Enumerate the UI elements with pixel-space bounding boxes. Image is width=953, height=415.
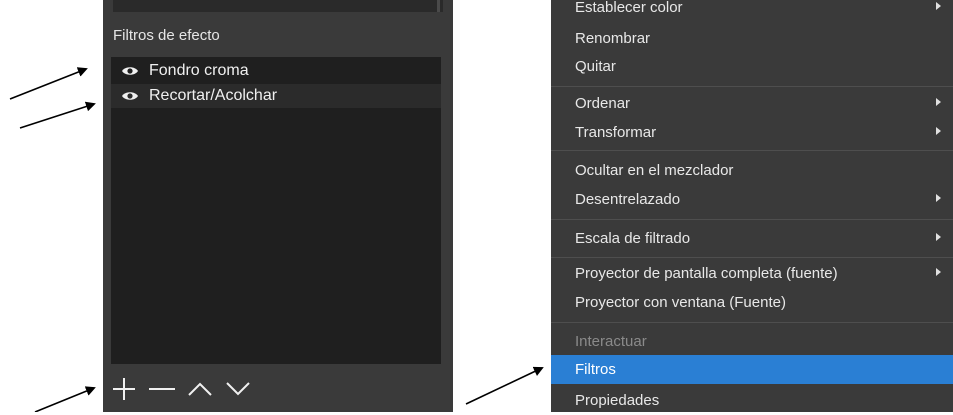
menu-item-establecer-color[interactable]: Establecer color <box>551 0 953 22</box>
eye-icon[interactable] <box>121 65 141 77</box>
remove-icon <box>149 388 175 390</box>
move-down-icon <box>226 382 250 396</box>
add-filter-button[interactable] <box>109 374 139 404</box>
menu-item-ordenar[interactable]: Ordenar <box>551 89 953 118</box>
menu-separator <box>551 322 953 323</box>
filter-item-fondro-croma[interactable]: Fondro croma <box>111 59 441 83</box>
add-icon <box>113 378 135 400</box>
filters-toolbar <box>109 372 253 406</box>
submenu-arrow-icon <box>936 2 941 10</box>
submenu-arrow-icon <box>936 268 941 276</box>
submenu-arrow-icon <box>936 194 941 202</box>
filter-list[interactable]: Fondro croma Recortar/Acolchar <box>111 57 441 364</box>
menu-separator <box>551 86 953 87</box>
annotation-arrow <box>34 386 96 412</box>
menu-separator <box>551 150 953 151</box>
submenu-arrow-icon <box>936 233 941 241</box>
annotation-arrow <box>9 67 88 100</box>
annotation-arrow <box>19 101 96 129</box>
menu-item-proyector-pantalla-completa[interactable]: Proyector de pantalla completa (fuente) <box>551 259 953 288</box>
remove-filter-button[interactable] <box>147 374 177 404</box>
panel-top-divider <box>437 0 440 12</box>
eye-icon[interactable] <box>121 90 141 102</box>
menu-item-proyector-con-ventana[interactable]: Proyector con ventana (Fuente) <box>551 288 953 317</box>
menu-item-escala-de-filtrado[interactable]: Escala de filtrado <box>551 224 953 253</box>
filter-item-label: Fondro croma <box>149 62 249 79</box>
menu-item-desentrelazado[interactable]: Desentrelazado <box>551 185 953 214</box>
menu-separator <box>551 257 953 258</box>
move-up-icon <box>188 382 212 396</box>
move-down-button[interactable] <box>223 374 253 404</box>
menu-item-ocultar-en-el-mezclador[interactable]: Ocultar en el mezclador <box>551 156 953 185</box>
annotation-arrow <box>465 366 544 405</box>
menu-separator <box>551 219 953 220</box>
menu-item-transformar[interactable]: Transformar <box>551 118 953 147</box>
menu-item-filtros[interactable]: Filtros <box>551 355 953 384</box>
submenu-arrow-icon <box>936 98 941 106</box>
filter-item-recortar-acolchar[interactable]: Recortar/Acolchar <box>111 84 441 108</box>
menu-item-propiedades[interactable]: Propiedades <box>551 386 953 415</box>
move-up-button[interactable] <box>185 374 215 404</box>
submenu-arrow-icon <box>936 127 941 135</box>
menu-item-quitar[interactable]: Quitar <box>551 52 953 81</box>
filter-item-label: Recortar/Acolchar <box>149 87 278 104</box>
source-context-menu: Establecer color Renombrar Quitar Ordena… <box>551 0 953 412</box>
effect-filters-title: Filtros de efecto <box>113 27 220 44</box>
filters-panel: Filtros de efecto Fondro croma Recortar/… <box>103 0 453 412</box>
panel-top-strip <box>113 0 443 12</box>
menu-item-renombrar[interactable]: Renombrar <box>551 24 953 53</box>
menu-item-interactuar: Interactuar <box>575 333 647 350</box>
